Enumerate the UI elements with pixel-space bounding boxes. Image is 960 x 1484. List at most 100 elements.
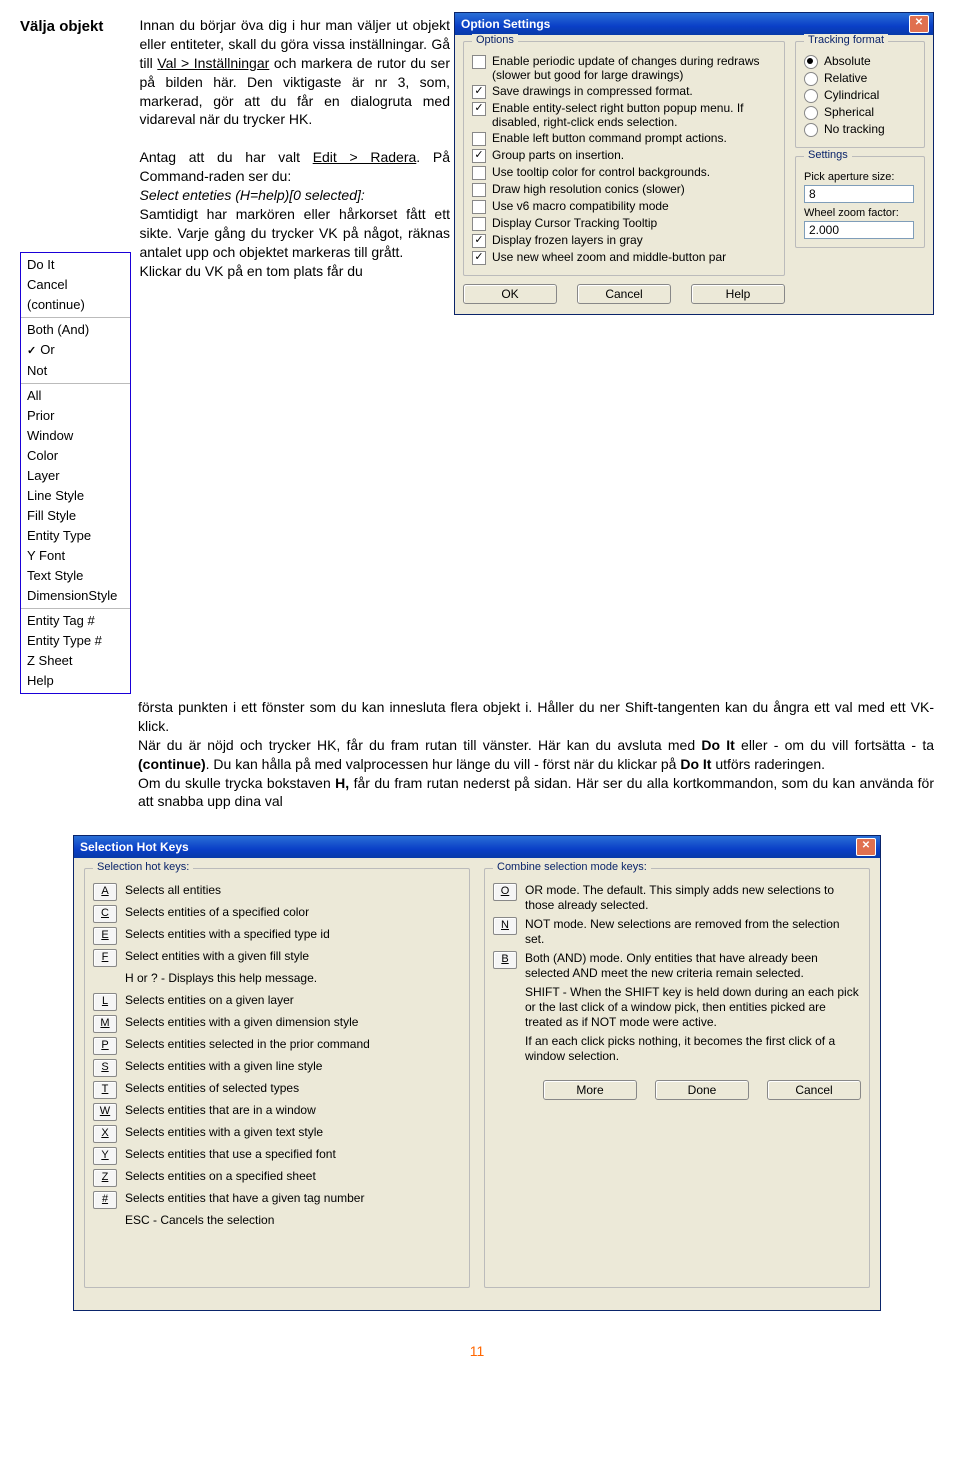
cancel-button[interactable]: Cancel [767,1080,861,1100]
checkbox-icon[interactable] [472,55,486,69]
option-label: Save drawings in compressed format. [492,84,693,98]
menu-item[interactable]: Z Sheet [21,651,130,671]
checkbox-icon[interactable] [472,217,486,231]
key-icon: C [93,905,117,923]
radio-icon[interactable] [804,89,818,103]
menu-item[interactable]: Line Style [21,486,130,506]
hotkey-label: Selects entities on a given layer [125,993,294,1008]
menu-item[interactable]: Not [21,361,130,381]
key-icon: E [93,927,117,945]
option-checkbox-row[interactable]: Enable periodic update of changes during… [472,54,776,82]
checkbox-icon[interactable] [472,149,486,163]
hotkey-row: YSelects entities that use a specified f… [93,1147,461,1165]
hotkey-row: C Selects entities of a specified color [93,905,461,923]
menu-item[interactable]: Fill Style [21,506,130,526]
hotkey-label: Selects entities with a given dimension … [125,1015,358,1030]
option-checkbox-row[interactable]: Display frozen layers in gray [472,233,776,248]
checkbox-icon[interactable] [472,85,486,99]
hotkey-row: WSelects entities that are in a window [93,1103,461,1121]
menu-item-checked[interactable]: Or [21,340,130,361]
hotkey-label: SHIFT - When the SHIFT key is held down … [525,985,861,1030]
menu-item[interactable]: Help [21,671,130,691]
radio-icon[interactable] [804,72,818,86]
hotkey-label: Both (AND) mode. Only entities that have… [525,951,861,981]
option-checkbox-row[interactable]: Enable left button command prompt action… [472,131,776,146]
checkbox-icon[interactable] [472,200,486,214]
hotkey-label: Selects entities that have a given tag n… [125,1191,364,1206]
close-icon[interactable]: ✕ [909,15,929,33]
menu-item[interactable]: DimensionStyle [21,586,130,606]
menu-item[interactable]: Layer [21,466,130,486]
menu-item[interactable]: Cancel [21,275,130,295]
combine-mode-group: Combine selection mode keys: OOR mode. T… [484,868,870,1288]
cancel-button[interactable]: Cancel [577,284,671,304]
close-icon[interactable]: ✕ [856,838,876,856]
option-label: Enable left button command prompt action… [492,131,727,145]
key-icon: L [93,993,117,1011]
group-legend: Settings [804,149,852,161]
option-checkbox-row[interactable]: Use new wheel zoom and middle-button par [472,250,776,265]
checkbox-icon[interactable] [472,251,486,265]
option-checkbox-row[interactable]: Display Cursor Tracking Tooltip [472,216,776,231]
help-button[interactable]: Help [691,284,785,304]
option-checkbox-row[interactable]: Use tooltip color for control background… [472,165,776,180]
option-label: Display frozen layers in gray [492,233,643,247]
checkbox-icon[interactable] [472,234,486,248]
checkbox-icon[interactable] [472,102,486,116]
hotkey-label: Selects entities of a specified color [125,905,309,920]
done-button[interactable]: Done [655,1080,749,1100]
pick-aperture-input[interactable] [804,185,914,203]
option-label: Enable entity-select right button popup … [492,101,776,129]
checkbox-icon[interactable] [472,132,486,146]
radio-row[interactable]: No tracking [804,122,916,137]
menu-item[interactable]: Both (And) [21,320,130,340]
menu-item[interactable]: All [21,386,130,406]
menu-item[interactable]: Color [21,446,130,466]
option-checkbox-row[interactable]: Save drawings in compressed format. [472,84,776,99]
more-button[interactable]: More [543,1080,637,1100]
checkbox-icon[interactable] [472,166,486,180]
menu-item[interactable]: Prior [21,406,130,426]
menu-item[interactable]: Entity Type # [21,631,130,651]
key-icon: F [93,949,117,967]
ok-button[interactable]: OK [463,284,557,304]
key-icon: # [93,1191,117,1209]
hotkey-row: BBoth (AND) mode. Only entities that hav… [493,951,861,981]
option-label: Group parts on insertion. [492,148,624,162]
key-icon: W [93,1103,117,1121]
menu-item[interactable]: Text Style [21,566,130,586]
radio-row[interactable]: Cylindrical [804,88,916,103]
selection-hotkeys-dialog: Selection Hot Keys ✕ Selection hot keys:… [73,835,881,1311]
radio-icon[interactable] [804,106,818,120]
option-checkbox-row[interactable]: Group parts on insertion. [472,148,776,163]
option-settings-dialog: Option Settings ✕ Options Enable periodi… [454,12,934,315]
hotkey-row: L Selects entities on a given layer [93,993,461,1011]
page-number: 11 [20,1343,934,1359]
key-icon: A [93,883,117,901]
hotkey-label: Selects entities of selected types [125,1081,299,1096]
menu-item[interactable]: Entity Tag # [21,611,130,631]
hotkey-label: OR mode. The default. This simply adds n… [525,883,861,913]
option-label: Display Cursor Tracking Tooltip [492,216,657,230]
hotkey-label: Selects entities with a given line style [125,1059,322,1074]
hotkey-row: ASelects all entities [93,883,461,901]
radio-label: Spherical [824,105,874,119]
tracking-format-group: Tracking format AbsoluteRelativeCylindri… [795,41,925,148]
checkbox-icon[interactable] [472,183,486,197]
menu-item[interactable]: (continue) [21,295,130,315]
option-checkbox-row[interactable]: Enable entity-select right button popup … [472,101,776,129]
radio-icon[interactable] [804,55,818,69]
radio-icon[interactable] [804,123,818,137]
option-checkbox-row[interactable]: Use v6 macro compatibility mode [472,199,776,214]
radio-label: Cylindrical [824,88,879,102]
wheel-zoom-input[interactable] [804,221,914,239]
menu-item[interactable]: Do It [21,255,130,275]
radio-row[interactable]: Spherical [804,105,916,120]
radio-row[interactable]: Absolute [804,54,916,69]
option-label: Use tooltip color for control background… [492,165,710,179]
menu-item[interactable]: Y Font [21,546,130,566]
menu-item[interactable]: Entity Type [21,526,130,546]
menu-item[interactable]: Window [21,426,130,446]
option-checkbox-row[interactable]: Draw high resolution conics (slower) [472,182,776,197]
radio-row[interactable]: Relative [804,71,916,86]
